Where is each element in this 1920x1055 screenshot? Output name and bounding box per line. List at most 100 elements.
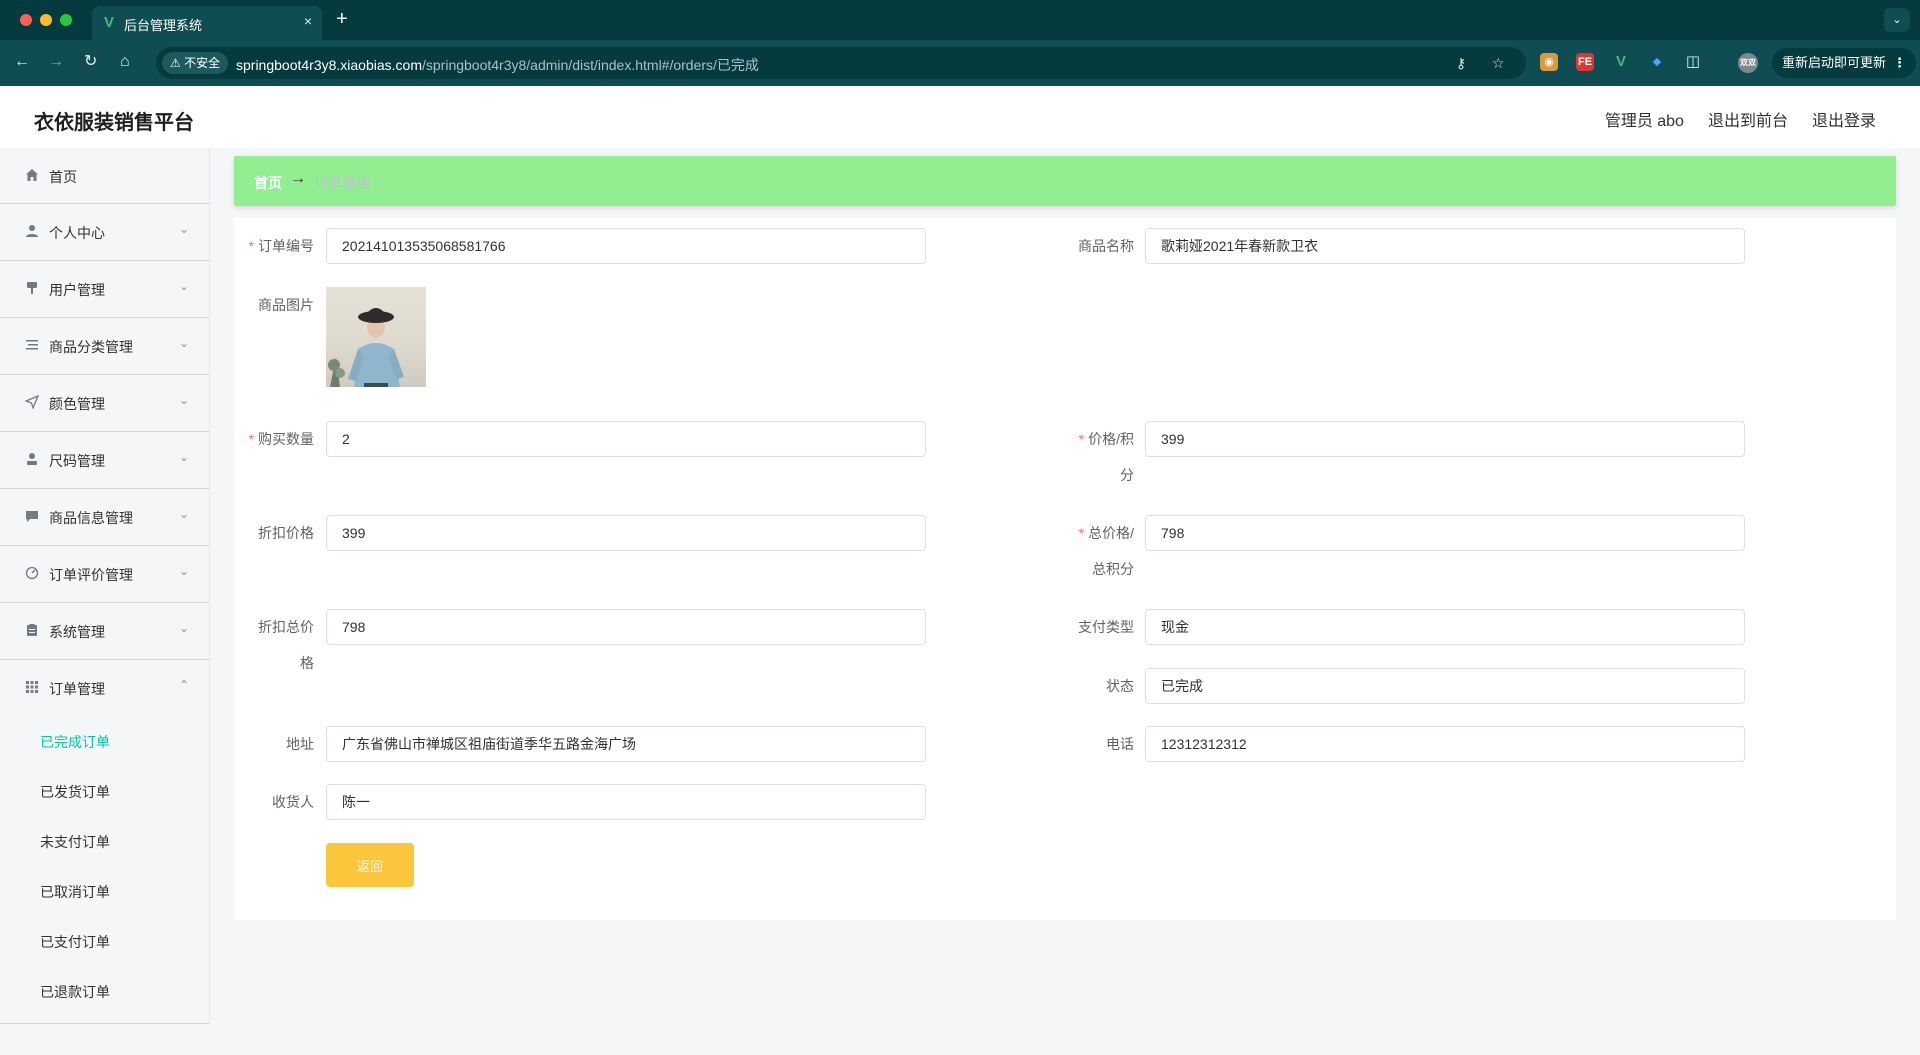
sidebar-subitem-paid-orders[interactable]: 已支付订单 — [0, 917, 209, 967]
home-icon — [24, 168, 40, 184]
extension-vue-icon[interactable]: V — [1612, 53, 1630, 71]
price-field[interactable]: 399 — [1145, 421, 1745, 457]
sidebar-subitem-refunded-orders[interactable]: 已退款订单 — [0, 967, 209, 1017]
browser-toolbar: ← → ↻ ⌂ ⚠ 不安全 springboot4r3y8.xiaobias.c… — [0, 40, 1920, 86]
vue-logo-icon: V — [104, 14, 115, 31]
discount-price-field[interactable]: 399 — [326, 515, 926, 551]
phone-field[interactable]: 12312312312 — [1145, 726, 1745, 762]
sidebar-item-personal-center[interactable]: 个人中心 ⌄ — [0, 204, 210, 261]
chevron-down-icon: ⌄ — [178, 279, 189, 293]
address-label: 地址 — [286, 736, 314, 752]
logout-link[interactable]: 退出登录 — [1812, 107, 1876, 131]
sidebar-item-user-management[interactable]: 用户管理 ⌄ — [0, 261, 210, 318]
browser-tab-bar: V 后台管理系统 × + ⌄ — [0, 0, 1920, 40]
breadcrumb-current: 订单管理 — [314, 175, 370, 191]
price-label: * 价格/积分 — [1078, 431, 1134, 483]
chevron-down-icon: ⌄ — [178, 621, 189, 635]
tab-close-icon[interactable]: × — [304, 13, 312, 29]
sidebar-item-category-management[interactable]: 商品分类管理 ⌄ — [0, 318, 210, 375]
sidebar-item-system-management[interactable]: 系统管理 ⌄ — [0, 603, 210, 660]
window-close-button[interactable] — [20, 14, 32, 26]
discount-total-field[interactable]: 798 — [326, 609, 926, 645]
not-secure-badge[interactable]: ⚠ 不安全 — [162, 52, 229, 74]
sidebar-item-home[interactable]: 首页 — [0, 148, 210, 204]
chevron-down-icon: ⌄ — [178, 507, 189, 521]
sidebar-subitem-unpaid-orders[interactable]: 未支付订单 — [0, 817, 209, 867]
product-name-label: 商品名称 — [1078, 238, 1134, 254]
back-button[interactable]: 返回 — [326, 843, 414, 887]
extension-owl-icon[interactable]: ◉ — [1540, 53, 1558, 71]
required-asterisk: * — [248, 238, 254, 254]
sidebar-menu: 首页 个人中心 ⌄ 用户管理 ⌄ 商品分类管理 ⌄ 颜色管理 ⌄ 尺码管理 ⌄ — [0, 148, 210, 1024]
sidebar-item-size-management[interactable]: 尺码管理 ⌄ — [0, 432, 210, 489]
clipboard-icon — [24, 623, 40, 639]
admin-username: 管理员 abo — [1604, 113, 1684, 130]
sidebar-subitem-cancelled-orders[interactable]: 已取消订单 — [0, 867, 209, 917]
receiver-field[interactable]: 陈一 — [326, 784, 926, 820]
extension-gem-icon[interactable]: ◆ — [1648, 53, 1666, 71]
message-icon — [24, 509, 40, 525]
pay-type-label: 支付类型 — [1078, 619, 1134, 635]
sidebar-item-product-info-management[interactable]: 商品信息管理 ⌄ — [0, 489, 210, 546]
receiver-label: 收货人 — [272, 794, 314, 810]
required-asterisk: * — [1078, 431, 1085, 447]
required-asterisk: * — [1078, 525, 1085, 541]
sidebar-item-color-management[interactable]: 颜色管理 ⌄ — [0, 375, 210, 432]
tab-search-button[interactable]: ⌄ — [1884, 8, 1910, 32]
address-bar[interactable]: ⚠ 不安全 springboot4r3y8.xiaobias.com/sprin… — [156, 47, 1526, 79]
order-no-field[interactable]: 202141013535068581766 — [326, 228, 926, 264]
status-field[interactable]: 已完成 — [1145, 668, 1745, 704]
grid-icon — [24, 680, 40, 696]
extensions-puzzle-icon[interactable]: ◫ — [1684, 53, 1702, 71]
exit-to-frontend-link[interactable]: 退出到前台 — [1708, 107, 1788, 131]
discount-price-label: 折扣价格 — [258, 525, 314, 541]
order-no-label: * 订单编号 — [248, 238, 314, 254]
product-name-field[interactable]: 歌莉娅2021年春新款卫衣 — [1145, 228, 1745, 264]
window-zoom-button[interactable] — [60, 14, 72, 26]
reload-icon[interactable]: ↻ — [84, 52, 97, 72]
product-image-label: 商品图片 — [258, 297, 314, 313]
app-header: 衣依服装销售平台 管理员 abo 退出到前台 退出登录 — [0, 86, 1920, 148]
sidebar-item-order-management[interactable]: 订单管理 ⌃ — [0, 660, 210, 717]
new-tab-button[interactable]: + — [336, 8, 348, 31]
address-field[interactable]: 广东省佛山市禅城区祖庙街道季华五路金海广场 — [326, 726, 926, 762]
pay-type-field[interactable]: 现金 — [1145, 609, 1745, 645]
status-label: 状态 — [1106, 678, 1134, 694]
total-field[interactable]: 798 — [1145, 515, 1745, 551]
home-page-icon[interactable]: ⌂ — [120, 52, 130, 72]
product-image — [326, 287, 426, 387]
back-arrow-icon[interactable]: ← — [14, 52, 30, 72]
chevron-down-icon: ⌄ — [178, 450, 189, 464]
user-icon — [24, 224, 40, 240]
site-brand-title: 衣依服装销售平台 — [34, 112, 194, 134]
breadcrumb-home-link[interactable]: 首页 — [254, 173, 282, 193]
extension-fe-icon[interactable]: FE — [1576, 53, 1594, 71]
send-icon — [24, 394, 40, 411]
total-label: * 总价格/总积分 — [1078, 525, 1134, 577]
brush-icon — [24, 281, 40, 297]
chevron-down-icon: ⌄ — [178, 393, 189, 407]
sidebar-item-order-review-management[interactable]: 订单评价管理 ⌄ — [0, 546, 210, 603]
key-icon[interactable]: ⚷ — [1456, 55, 1466, 72]
breadcrumb-arrow-icon: → — [290, 170, 306, 187]
bookmark-star-icon[interactable]: ☆ — [1492, 55, 1505, 72]
chevron-down-icon: ⌄ — [178, 336, 189, 350]
url-text[interactable]: springboot4r3y8.xiaobias.com/springboot4… — [236, 55, 759, 75]
gauge-icon — [24, 566, 40, 582]
chevron-down-icon: ⌄ — [178, 222, 189, 236]
profile-avatar[interactable]: 双双 — [1738, 53, 1758, 73]
sidebar-subitem-shipped-orders[interactable]: 已发货订单 — [0, 767, 209, 817]
quantity-field[interactable]: 2 — [326, 421, 926, 457]
list-icon — [24, 338, 40, 354]
more-menu-icon[interactable]: ⋮ — [1893, 48, 1906, 78]
tab-title: 后台管理系统 — [124, 18, 203, 33]
sidebar-subitem-completed-orders[interactable]: 已完成订单 — [0, 717, 209, 767]
person-icon — [24, 452, 40, 468]
window-minimize-button[interactable] — [40, 14, 52, 26]
relaunch-update-button[interactable]: 重新启动即可更新 ⋮ — [1772, 48, 1917, 78]
forward-arrow-icon[interactable]: → — [48, 52, 64, 72]
browser-tab-active[interactable]: V 后台管理系统 × — [92, 6, 322, 40]
discount-total-label: 折扣总价格 — [258, 619, 314, 671]
header-actions: 管理员 abo 退出到前台 退出登录 — [1605, 107, 1876, 131]
breadcrumb: 首页 → 订单管理 — [234, 156, 1896, 206]
